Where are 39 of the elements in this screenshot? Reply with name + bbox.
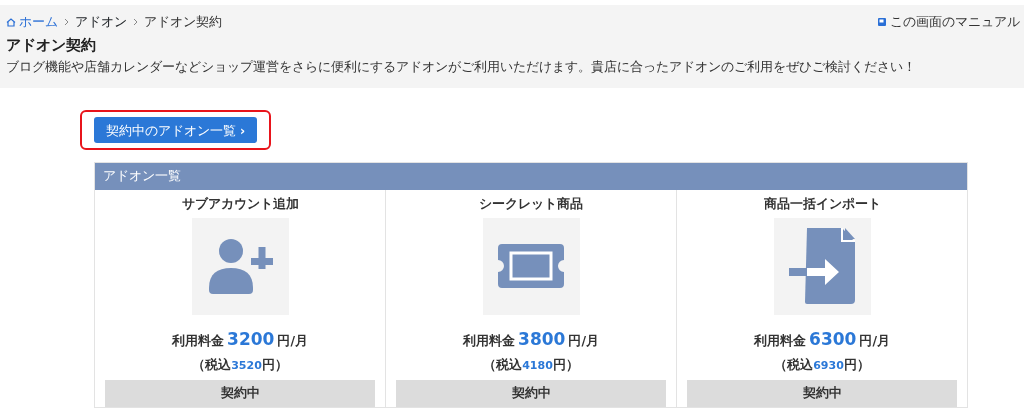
tax-label: （税込 (192, 356, 232, 374)
manual-link[interactable]: この画面のマニュアル (878, 13, 1020, 32)
status-bar: 契約中 (105, 379, 375, 407)
tax-label: （税込 (483, 356, 523, 374)
price-unit: 円/月 (859, 331, 890, 350)
page-description: ブログ機能や店舗カレンダーなどショップ運営をさらに便利にするアドオンがご利用いただけます。貴店に合ったアドオンのご利用をぜひご検討ください！ (6, 58, 917, 77)
ticket-icon (498, 244, 564, 288)
tax-amount: 6930 (813, 359, 844, 374)
page-title: アドオン契約 (6, 34, 97, 56)
home-icon (6, 17, 16, 27)
breadcrumb-current: アドオン契約 (144, 13, 222, 31)
addon-name: 商品一括インポート (762, 194, 882, 213)
price-label: 利用料金 (172, 331, 225, 350)
chevron-icon (133, 18, 138, 27)
tax-amount: 4180 (522, 359, 553, 374)
panel-header: アドオン一覧 (95, 163, 967, 190)
file-import-icon (789, 228, 855, 304)
price-unit: 円/月 (277, 331, 308, 350)
tax-label: （税込 (774, 356, 814, 374)
price-label: 利用料金 (463, 331, 516, 350)
breadcrumb-link[interactable]: アドオン (75, 13, 127, 32)
chevron-icon (64, 18, 69, 27)
tax-unit: 円） (843, 356, 870, 374)
price-amount: 3200 (227, 327, 275, 351)
tax-unit: 円） (261, 356, 288, 374)
contracted-addons-button[interactable]: 契約中のアドオン一覧 › (94, 117, 258, 143)
user-plus-icon (207, 238, 273, 294)
addon-name: シークレット商品 (478, 194, 584, 213)
tax-amount: 3520 (231, 359, 262, 374)
price-label: 利用料金 (754, 331, 807, 350)
addon-name: サブアカウント追加 (180, 194, 300, 213)
price-unit: 円/月 (568, 331, 599, 350)
document-icon (878, 18, 886, 27)
price-amount: 3800 (518, 327, 566, 351)
breadcrumb-link[interactable]: ホーム (19, 13, 58, 32)
status-bar: 契約中 (687, 379, 957, 407)
price-amount: 6300 (809, 327, 857, 351)
status-bar: 契約中 (396, 379, 666, 407)
tax-unit: 円） (552, 356, 579, 374)
